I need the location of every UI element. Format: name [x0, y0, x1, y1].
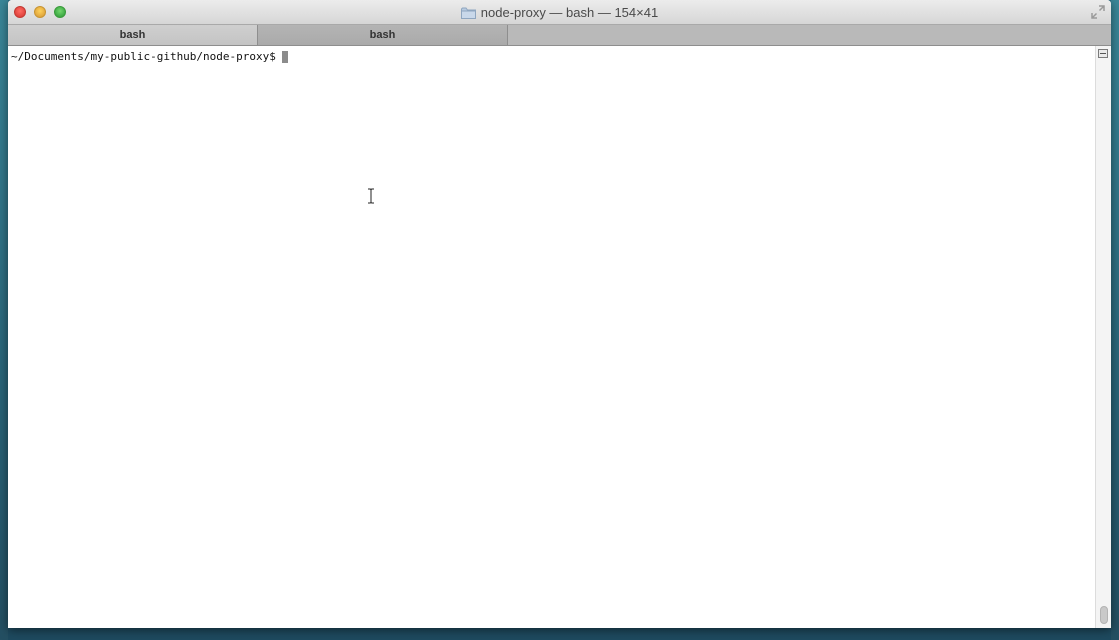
window-title: node-proxy — bash — 154×41 [480, 5, 659, 20]
title-bar[interactable]: node-proxy — bash — 154×41 [8, 0, 1111, 25]
text-cursor [281, 50, 288, 63]
split-pane-button[interactable] [1098, 49, 1108, 58]
folder-icon [460, 7, 476, 19]
tab-bar: bash bash [8, 25, 1111, 46]
tab-bar-empty-area [508, 25, 1111, 45]
shell-prompt: ~/Documents/my-public-github/node-proxy$ [11, 50, 276, 63]
fullscreen-icon[interactable] [1091, 5, 1105, 19]
tab-bash-1[interactable]: bash [8, 25, 258, 45]
terminal-content-area[interactable]: ~/Documents/my-public-github/node-proxy$ [8, 46, 1095, 628]
title-wrap: node-proxy — bash — 154×41 [8, 0, 1111, 25]
vertical-scrollbar[interactable] [1095, 46, 1111, 628]
prompt-line: ~/Documents/my-public-github/node-proxy$ [11, 50, 288, 63]
scroll-thumb[interactable] [1100, 606, 1108, 624]
desktop-background-left [0, 0, 8, 640]
terminal-window: node-proxy — bash — 154×41 bash bash ~/D… [8, 0, 1111, 628]
ibeam-cursor-icon [367, 188, 375, 204]
tab-label: bash [369, 29, 396, 41]
tab-label: bash [119, 29, 146, 41]
tab-bash-2[interactable]: bash [258, 25, 508, 45]
desktop-background-right [1111, 0, 1119, 640]
